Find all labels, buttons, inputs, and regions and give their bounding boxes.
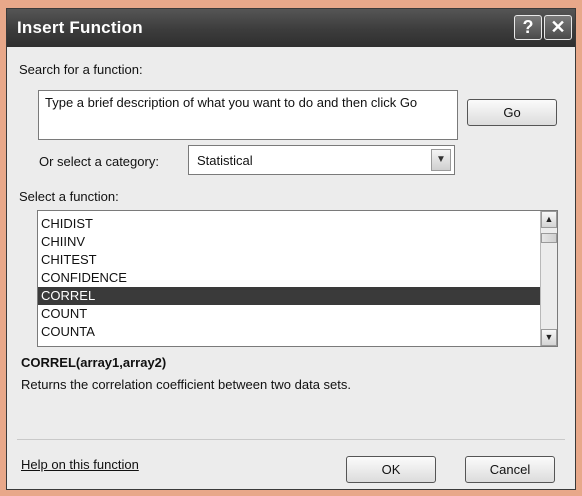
chevron-down-icon[interactable]: ▼	[431, 149, 451, 171]
category-label: Or select a category:	[39, 154, 159, 169]
insert-function-dialog: Insert Function ? ✕ Search for a functio…	[6, 8, 576, 490]
function-item[interactable]: COUNT	[38, 305, 547, 323]
function-list[interactable]: CHIDIST CHIINV CHITEST CONFIDENCE CORREL…	[37, 210, 558, 347]
help-icon[interactable]: ?	[514, 15, 542, 40]
function-list-scrollbar[interactable]: ▲ ▼	[540, 211, 557, 346]
function-item[interactable]: CHIDIST	[38, 215, 547, 233]
function-item[interactable]: CONFIDENCE	[38, 269, 547, 287]
scroll-up-icon[interactable]: ▲	[541, 211, 557, 228]
divider	[17, 439, 565, 440]
function-signature: CORREL(array1,array2)	[21, 355, 167, 370]
go-button[interactable]: Go	[467, 99, 557, 126]
title-bar[interactable]: Insert Function ? ✕	[7, 9, 575, 47]
function-item[interactable]: CORREL	[38, 287, 547, 305]
help-on-function-link[interactable]: Help on this function	[21, 457, 139, 472]
function-item[interactable]: COUNTA	[38, 323, 547, 341]
function-item[interactable]: CHITEST	[38, 251, 547, 269]
dialog-title: Insert Function	[17, 18, 143, 37]
ok-button[interactable]: OK	[346, 456, 436, 483]
category-select[interactable]: Statistical ▼	[188, 145, 455, 175]
function-item[interactable]: CHIINV	[38, 233, 547, 251]
close-icon[interactable]: ✕	[544, 15, 572, 40]
search-input[interactable]: Type a brief description of what you wan…	[38, 90, 458, 140]
search-label: Search for a function:	[19, 62, 143, 77]
cancel-button[interactable]: Cancel	[465, 456, 555, 483]
scroll-thumb[interactable]	[541, 233, 557, 243]
category-value: Statistical	[197, 153, 253, 168]
function-description: Returns the correlation coefficient betw…	[21, 377, 352, 392]
scroll-down-icon[interactable]: ▼	[541, 329, 557, 346]
function-list-label: Select a function:	[19, 189, 119, 204]
